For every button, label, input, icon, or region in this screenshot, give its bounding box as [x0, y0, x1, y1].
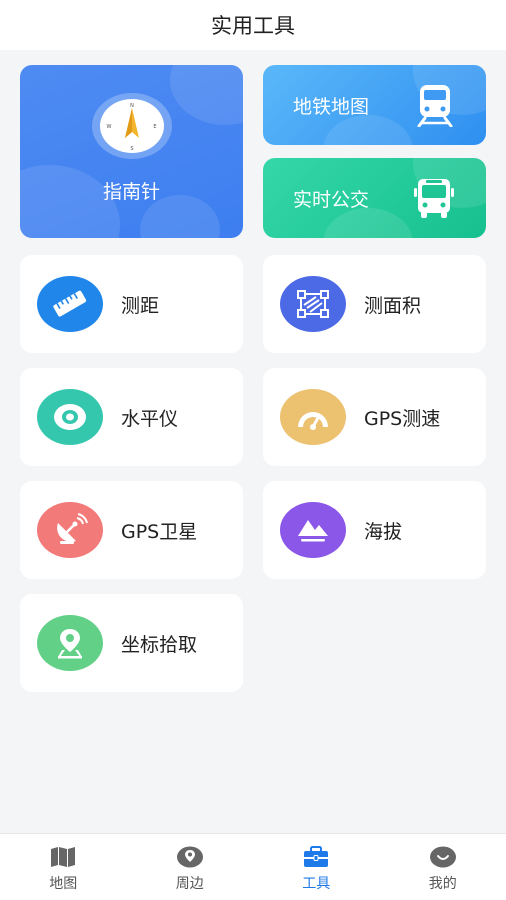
tool-label: 水平仪 — [121, 407, 179, 430]
tab-mine[interactable]: 我的 — [380, 834, 506, 900]
area-icon — [280, 276, 346, 332]
tool-level[interactable]: 水平仪 — [20, 368, 243, 466]
bottom-tab-bar: 地图 周边 工具 我的 — [0, 833, 506, 900]
compass-dir-e: E — [153, 124, 156, 130]
compass-icon: N E S W — [91, 93, 172, 159]
tool-gps-satellite[interactable]: GPS卫星 — [20, 481, 243, 579]
tool-label: 坐标拾取 — [121, 633, 198, 656]
mountain-icon — [280, 502, 346, 558]
tool-measure-area[interactable]: 测面积 — [263, 255, 486, 353]
tab-map[interactable]: 地图 — [0, 834, 127, 900]
decor-bubble — [20, 165, 120, 238]
decor-bubble — [323, 208, 413, 238]
decor-bubble — [170, 65, 243, 125]
map-icon — [51, 847, 76, 867]
tab-label: 工具 — [302, 876, 331, 892]
tab-nearby[interactable]: 周边 — [127, 834, 254, 900]
subway-map-label: 地铁地图 — [293, 95, 370, 118]
satellite-dish-icon — [37, 502, 103, 558]
tool-label: GPS测速 — [364, 407, 441, 430]
tab-tools[interactable]: 工具 — [253, 834, 380, 900]
train-icon — [417, 85, 453, 127]
location-pin-icon — [37, 615, 103, 671]
compass-dir-n: N — [130, 103, 134, 109]
tool-coordinate-pick[interactable]: 坐标拾取 — [20, 594, 243, 692]
tool-label: 测面积 — [364, 294, 422, 317]
tab-label: 周边 — [175, 876, 204, 892]
compass-needle-icon: N E S W — [106, 103, 156, 152]
tool-measure-distance[interactable]: 测距 — [20, 255, 243, 353]
compass-dir-w: W — [106, 124, 111, 130]
tool-label: 测距 — [121, 294, 160, 317]
tab-label: 地图 — [49, 876, 78, 892]
profile-smile-icon — [429, 846, 456, 868]
page-title: 实用工具 — [0, 0, 506, 50]
tool-label: 海拔 — [364, 520, 403, 543]
subway-map-card[interactable]: 地铁地图 — [263, 65, 486, 145]
realtime-bus-label: 实时公交 — [293, 188, 370, 211]
compass-card[interactable]: N E S W 指南针 — [20, 65, 243, 238]
nearby-pin-icon — [176, 846, 203, 868]
realtime-bus-card[interactable]: 实时公交 — [263, 158, 486, 238]
decor-bubble — [323, 115, 413, 145]
tool-altitude[interactable]: 海拔 — [263, 481, 486, 579]
tool-gps-speed[interactable]: GPS测速 — [263, 368, 486, 466]
tool-label: GPS卫星 — [121, 520, 198, 543]
tab-label: 我的 — [428, 876, 457, 892]
speedometer-icon — [280, 389, 346, 445]
level-icon — [37, 389, 103, 445]
ruler-icon — [37, 276, 103, 332]
compass-dir-s: S — [130, 146, 133, 152]
toolbox-icon — [304, 846, 329, 867]
bus-icon — [414, 179, 454, 218]
